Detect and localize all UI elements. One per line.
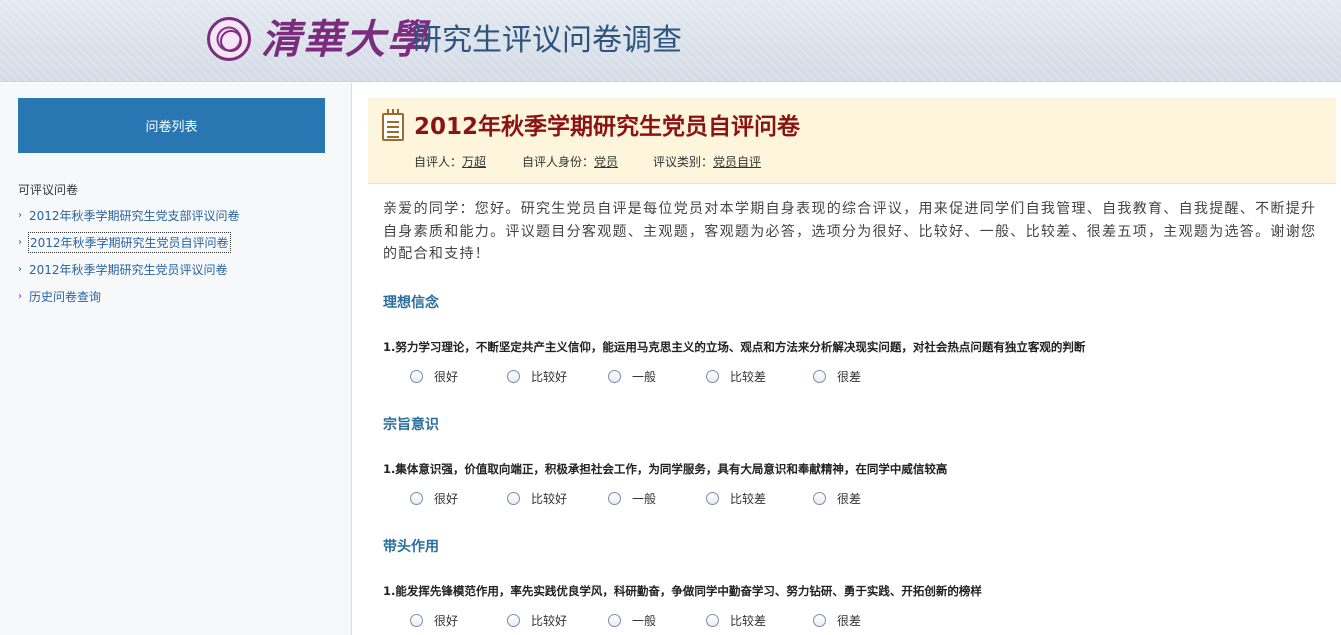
radio-button[interactable] [507,370,520,383]
document-icon [382,109,404,141]
option-label: 很好 [434,614,459,628]
question-text: 1.努力学习理论，不断坚定共产主义信仰，能运用马克思主义的立场、观点和方法来分析… [383,340,1086,354]
question-options: 很好 比较好 一般 比较差 很差 [410,612,861,629]
option-very-poor[interactable]: 很差 [813,368,861,385]
sidebar-item-self-eval-survey[interactable]: › 2012年秋季学期研究生党员自评问卷 [18,229,241,256]
university-name-logo: 清華大學 [261,16,429,63]
category-label: 评议类别： [653,155,714,169]
sidebar-section-label: 可评议问卷 [18,183,79,197]
option-poor[interactable]: 比较差 [706,490,813,507]
option-label: 比较差 [730,614,767,628]
option-label: 比较差 [730,370,767,384]
option-average[interactable]: 一般 [608,612,706,629]
page-header: 清華大學 研究生评议问卷调查 [0,0,1341,82]
option-label: 很差 [837,370,862,384]
sidebar-item-label: 2012年秋季学期研究生党员评议问卷 [29,263,228,277]
radio-button[interactable] [608,370,621,383]
question-options: 很好 比较好 一般 比较差 很差 [410,368,861,385]
identity-label: 自评人身份： [522,155,595,169]
radio-button[interactable] [813,492,826,505]
option-good[interactable]: 比较好 [507,612,608,629]
radio-button[interactable] [706,492,719,505]
option-label: 比较好 [531,614,568,628]
sidebar-item-label: 2012年秋季学期研究生党员自评问卷 [28,232,231,253]
evaluator-value: 万超 [462,155,487,169]
radio-button[interactable] [608,492,621,505]
radio-button[interactable] [706,614,719,627]
radio-button[interactable] [507,492,520,505]
radio-button[interactable] [410,614,423,627]
question-text: 1.集体意识强，价值取向端正，积极承担社会工作，为同学服务，具有大局意识和奉献精… [383,462,948,476]
evaluator-label: 自评人： [414,155,463,169]
section-heading: 宗旨意识 [383,417,439,433]
radio-button[interactable] [813,370,826,383]
radio-button[interactable] [410,492,423,505]
radio-button[interactable] [507,614,520,627]
option-average[interactable]: 一般 [608,368,706,385]
chevron-right-icon: › [18,210,22,221]
radio-button[interactable] [608,614,621,627]
option-poor[interactable]: 比较差 [706,368,813,385]
option-poor[interactable]: 比较差 [706,612,813,629]
category-info: 评议类别：党员自评 [653,153,761,170]
evaluator-info: 自评人：万超 [414,153,486,170]
survey-title-box: 2012年秋季学期研究生党员自评问卷 自评人：万超 自评人身份：党员 评议类别：… [368,98,1336,184]
sidebar-item-member-eval-survey[interactable]: › 2012年秋季学期研究生党员评议问卷 [18,256,241,283]
survey-title: 2012年秋季学期研究生党员自评问卷 [414,114,801,140]
option-very-good[interactable]: 很好 [410,612,507,629]
sidebar-item-history[interactable]: › 历史问卷查询 [18,283,241,310]
sidebar-item-branch-survey[interactable]: › 2012年秋季学期研究生党支部评议问卷 [18,202,241,229]
university-seal-logo [207,17,251,61]
option-label: 比较差 [730,492,767,506]
option-label: 一般 [632,370,657,384]
section-heading: 带头作用 [383,539,439,555]
option-label: 很差 [837,492,862,506]
option-good[interactable]: 比较好 [507,490,608,507]
option-very-poor[interactable]: 很差 [813,490,861,507]
radio-button[interactable] [706,370,719,383]
category-value: 党员自评 [713,155,762,169]
sidebar-nav: › 2012年秋季学期研究生党支部评议问卷 › 2012年秋季学期研究生党员自评… [18,202,241,310]
chevron-right-icon: › [18,264,22,275]
identity-info: 自评人身份：党员 [522,153,618,170]
option-label: 比较好 [531,370,568,384]
identity-value: 党员 [594,155,619,169]
option-average[interactable]: 一般 [608,490,706,507]
radio-button[interactable] [813,614,826,627]
question-options: 很好 比较好 一般 比较差 很差 [410,490,861,507]
option-good[interactable]: 比较好 [507,368,608,385]
option-very-good[interactable]: 很好 [410,490,507,507]
survey-intro: 亲爱的同学：您好。研究生党员自评是每位党员对本学期自身表现的综合评议，用来促进同… [383,201,1317,262]
option-label: 一般 [632,492,657,506]
sidebar-item-label: 2012年秋季学期研究生党支部评议问卷 [29,209,240,223]
chevron-right-icon: › [18,291,22,302]
option-label: 比较好 [531,492,568,506]
survey-list-button[interactable]: 问卷列表 [18,98,325,153]
option-label: 一般 [632,614,657,628]
site-title: 研究生评议问卷调查 [412,23,682,58]
option-label: 很差 [837,614,862,628]
chevron-right-icon: › [18,237,22,248]
radio-button[interactable] [410,370,423,383]
option-label: 很好 [434,492,459,506]
question-text: 1.能发挥先锋模范作用，率先实践优良学风，科研勤奋，争做同学中勤奋学习、努力钻研… [383,584,982,598]
section-heading: 理想信念 [383,295,439,311]
sidebar-item-label: 历史问卷查询 [29,290,102,304]
sidebar: 问卷列表 可评议问卷 › 2012年秋季学期研究生党支部评议问卷 › 2012年… [0,83,352,635]
option-very-good[interactable]: 很好 [410,368,507,385]
option-label: 很好 [434,370,459,384]
option-very-poor[interactable]: 很差 [813,612,861,629]
